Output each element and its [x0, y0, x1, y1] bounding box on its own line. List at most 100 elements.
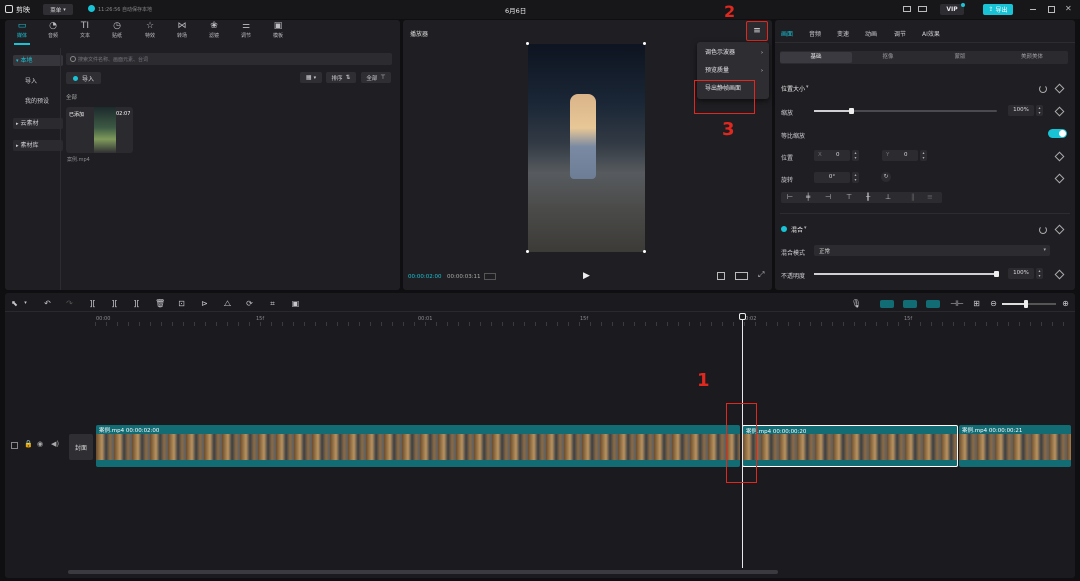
track-lock-icon[interactable]: 🔒: [24, 440, 33, 448]
playhead-handle[interactable]: [739, 313, 746, 320]
sidebar-item-cloud[interactable]: ▸ 云素材: [13, 118, 63, 129]
chevron-down-icon[interactable]: ▾: [806, 84, 809, 90]
import-button[interactable]: 导入: [66, 72, 101, 84]
scale-slider-thumb[interactable]: [848, 108, 854, 114]
align-track-icon[interactable]: ⊣⊢: [950, 299, 964, 308]
view-toggle-button[interactable]: ▦ ▾: [300, 72, 322, 83]
opacity-slider-thumb[interactable]: [994, 271, 999, 277]
close-icon[interactable]: ✕: [1065, 4, 1072, 13]
delete-icon[interactable]: 🗑: [155, 299, 165, 308]
magnet-snap-icon[interactable]: [880, 300, 894, 308]
position-y-stepper[interactable]: ▴ ▾: [920, 150, 927, 161]
segment-2[interactable]: 蒙版: [924, 52, 996, 63]
opacity-slider-track[interactable]: [814, 271, 999, 277]
split-icon[interactable]: ][: [88, 299, 97, 308]
sort-button[interactable]: 排序 ⇅: [326, 72, 356, 83]
align-left-icon[interactable]: ⊢: [787, 193, 793, 201]
subtitle-icon[interactable]: ⊞: [972, 299, 981, 308]
scale-stepper[interactable]: ▴ ▾: [1036, 105, 1043, 116]
export-button[interactable]: ⇪ 导出: [983, 4, 1013, 15]
search-input[interactable]: 搜索文件名称、画面元素、台词: [66, 53, 392, 65]
align-bottom-icon[interactable]: ⊥: [885, 193, 891, 201]
tab-adjust[interactable]: ⚌ 调节: [231, 21, 261, 43]
track-audio-icon[interactable]: ◀): [51, 440, 59, 448]
split-right-icon[interactable]: ][: [132, 299, 141, 308]
distribute-v-icon[interactable]: ≡: [927, 193, 933, 201]
zoom-slider[interactable]: [1002, 300, 1056, 308]
freeze-frame-icon[interactable]: ⊡: [177, 299, 186, 308]
canvas-handle-tr[interactable]: [643, 42, 646, 45]
fullscreen-icon[interactable]: ⤢: [758, 270, 764, 280]
sidebar-item-presets[interactable]: 我的预设: [13, 96, 63, 107]
zoom-fit-icon[interactable]: ⊕: [1061, 299, 1070, 308]
media-clip-thumbnail[interactable]: 已添加 02:07: [66, 107, 133, 153]
cursor-select-icon[interactable]: ⬉: [10, 299, 19, 308]
smart-frame-icon[interactable]: ▣: [291, 299, 300, 308]
tab-template[interactable]: ▣ 模板: [263, 21, 293, 43]
segment-1[interactable]: 抠像: [852, 52, 924, 63]
undo-icon[interactable]: ↶: [43, 299, 52, 308]
sidebar-item-local[interactable]: ▾ 本地: [13, 55, 63, 66]
cover-button[interactable]: 封面: [69, 434, 93, 460]
keyboard-icon[interactable]: [918, 6, 927, 12]
redo-icon[interactable]: ↷: [65, 299, 74, 308]
canvas-handle-br[interactable]: [643, 250, 646, 253]
fit-screen-icon[interactable]: [717, 272, 725, 280]
scale-value-box[interactable]: 100%: [1008, 105, 1034, 116]
filter-button[interactable]: 全部 ⊤: [361, 72, 391, 83]
position-y-input[interactable]: Y 0: [882, 150, 918, 161]
rotate-stepper[interactable]: ▴ ▾: [852, 172, 859, 183]
sidebar-item-library[interactable]: ▸ 素材库: [13, 140, 63, 151]
menu-item-scope[interactable]: 调色示波器 ›: [697, 45, 767, 61]
rotate-dial-icon[interactable]: ↻: [881, 172, 891, 182]
segment-3[interactable]: 美颜美体: [996, 52, 1068, 63]
tab-media[interactable]: ▭ 媒体: [7, 21, 37, 43]
timeline-mode-icon[interactable]: [484, 273, 496, 280]
tab-text[interactable]: TI 文本: [70, 21, 100, 43]
tab-sticker[interactable]: ◷ 贴纸: [102, 21, 132, 43]
canvas-handle-tl[interactable]: [526, 42, 529, 45]
reverse-icon[interactable]: ⊳: [200, 299, 209, 308]
align-right-icon[interactable]: ⊣: [825, 193, 831, 201]
player-canvas[interactable]: [528, 44, 645, 252]
segment-0[interactable]: 基础: [780, 52, 852, 63]
zoom-out-icon[interactable]: ⊖: [989, 299, 998, 308]
zoom-slider-thumb[interactable]: [1024, 300, 1028, 308]
inspector-tab-4[interactable]: 调节: [894, 29, 906, 38]
mirror-icon[interactable]: ⧍: [223, 299, 232, 308]
layout-icon[interactable]: [903, 6, 911, 12]
reset-icon[interactable]: [1039, 85, 1047, 93]
tab-effects[interactable]: ☆ 特效: [135, 21, 165, 43]
preview-axis-icon[interactable]: [926, 300, 940, 308]
position-x-input[interactable]: X 0: [814, 150, 850, 161]
inspector-tab-5[interactable]: AI效果: [922, 29, 940, 38]
sidebar-item-import[interactable]: 导入: [13, 76, 63, 87]
aspect-ratio-icon[interactable]: [735, 272, 748, 280]
opacity-stepper[interactable]: ▴ ▾: [1036, 268, 1043, 279]
tab-audio[interactable]: ◔ 音频: [38, 21, 68, 43]
track-checkbox-icon[interactable]: [11, 442, 18, 449]
opacity-value-box[interactable]: 100%: [1008, 268, 1034, 279]
rotate-input[interactable]: 0°: [814, 172, 850, 183]
align-center-v-icon[interactable]: ╫: [866, 193, 870, 201]
play-icon[interactable]: ▶: [583, 271, 590, 281]
track-visible-icon[interactable]: ◉: [37, 440, 43, 448]
reset-icon[interactable]: [1039, 226, 1047, 234]
timeline-scrollbar[interactable]: [68, 570, 778, 574]
canvas-handle-bl[interactable]: [526, 250, 529, 253]
maximize-icon[interactable]: [1048, 6, 1055, 13]
scale-slider-track[interactable]: [814, 108, 997, 114]
inspector-tab-0[interactable]: 画面: [781, 29, 793, 38]
inspector-tab-1[interactable]: 音频: [809, 29, 821, 38]
tab-filter[interactable]: ❀ 滤镜: [199, 21, 229, 43]
inspector-tab-2[interactable]: 变速: [837, 29, 849, 38]
rotate-icon[interactable]: ⟳: [245, 299, 254, 308]
microphone-icon[interactable]: 🎙: [851, 299, 861, 308]
menu-item-quality[interactable]: 预览质量 ›: [697, 63, 767, 79]
player-menu-button[interactable]: ≡: [746, 21, 768, 41]
align-center-h-icon[interactable]: ╪: [806, 193, 810, 201]
chevron-down-icon[interactable]: ▾: [21, 299, 30, 308]
distribute-h-icon[interactable]: ‖: [911, 193, 915, 201]
menu-button[interactable]: 菜单 ▾: [43, 4, 73, 15]
tab-transition[interactable]: ⋈ 转场: [167, 21, 197, 43]
